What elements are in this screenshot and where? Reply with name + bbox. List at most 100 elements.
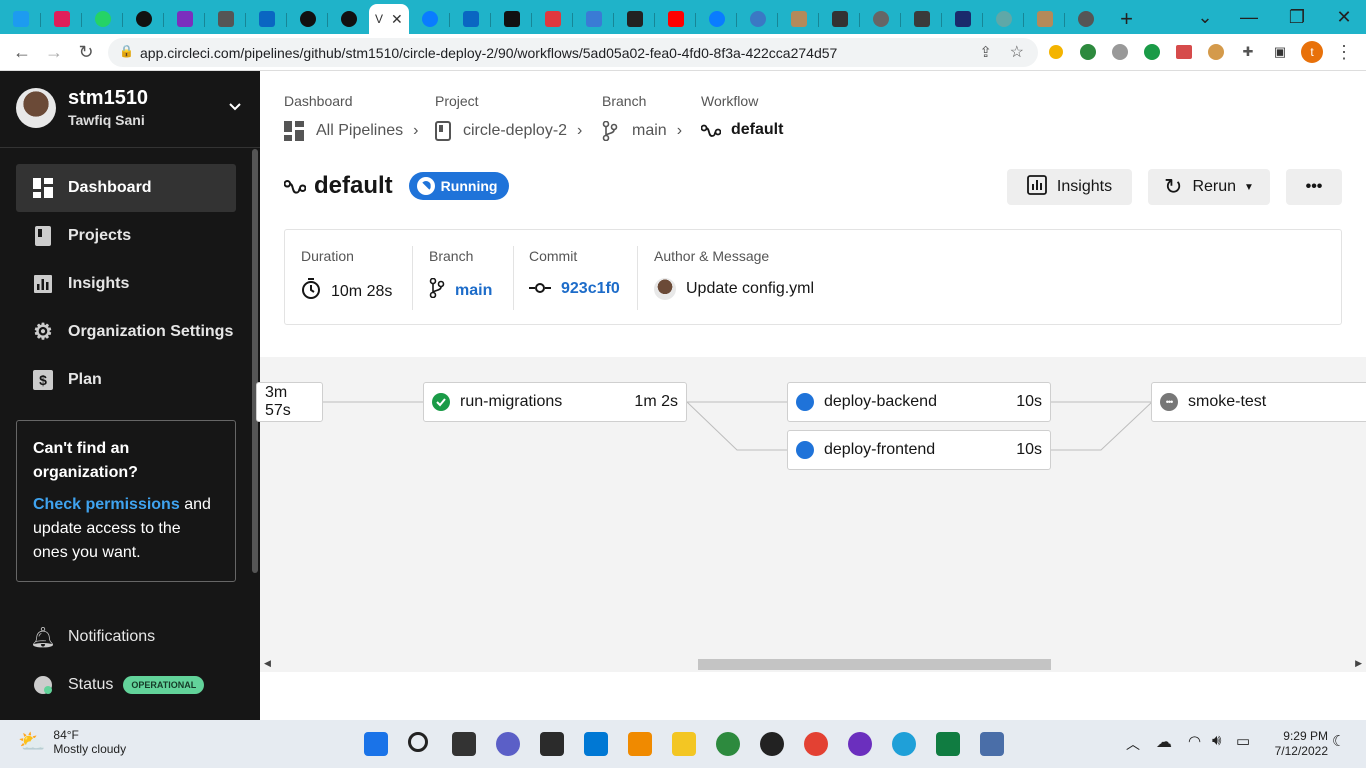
browser-tab-active[interactable]: V ✕ xyxy=(369,4,409,34)
browser-tab[interactable] xyxy=(123,5,164,33)
share-icon[interactable]: ⇪ xyxy=(979,43,992,61)
scrollbar-thumb[interactable] xyxy=(698,659,1051,670)
browser-tab[interactable] xyxy=(205,5,246,33)
breadcrumb-branch[interactable]: Branch main › xyxy=(602,93,682,141)
teams-chat-icon[interactable] xyxy=(496,732,520,756)
browser-tab[interactable] xyxy=(1065,5,1106,33)
sidebar-item-notifications[interactable]: 🔔︎ Notifications xyxy=(16,613,236,661)
job-card[interactable]: deploy-backend 10s xyxy=(787,382,1051,422)
edge-icon[interactable] xyxy=(892,732,916,756)
job-card[interactable]: 3m 57s xyxy=(256,382,323,422)
extension-icon[interactable] xyxy=(1076,40,1100,64)
browser-tab[interactable] xyxy=(819,5,860,33)
podcast-app-icon[interactable] xyxy=(848,732,872,756)
sidebar-scrollbar[interactable] xyxy=(252,149,258,573)
battery-icon[interactable]: ▭ xyxy=(1236,732,1250,750)
tab-search-icon[interactable]: ⌄ xyxy=(1183,0,1227,34)
globe-app-icon[interactable] xyxy=(716,732,740,756)
browser-tab[interactable] xyxy=(655,5,696,33)
volume-icon[interactable]: 🔊︎ xyxy=(1212,732,1221,749)
more-options-button[interactable]: ••• xyxy=(1286,169,1342,205)
kebab-menu-icon[interactable]: ⋮ xyxy=(1332,40,1356,64)
chevron-up-icon[interactable]: ︿ xyxy=(1126,734,1140,754)
horizontal-scrollbar[interactable]: ◀ ▶ xyxy=(260,656,1366,672)
extension-icon[interactable] xyxy=(1044,40,1068,64)
new-tab-button[interactable]: + xyxy=(1106,5,1147,33)
wifi-icon[interactable]: ◠ xyxy=(1188,732,1201,750)
breadcrumb-dashboard[interactable]: Dashboard All Pipelines › xyxy=(284,93,418,141)
sidebar-item-plan[interactable]: $ Plan xyxy=(16,356,236,404)
side-panel-icon[interactable]: ▣ xyxy=(1268,40,1292,64)
commit-link[interactable]: 923c1f0 xyxy=(561,280,620,298)
job-card[interactable]: ••• smoke-test xyxy=(1151,382,1366,422)
network-app-icon[interactable] xyxy=(980,732,1004,756)
restore-icon[interactable]: ❐ xyxy=(1275,0,1319,34)
sidebar-item-organization-settings[interactable]: ⚙ Organization Settings xyxy=(16,308,236,356)
browser-tab[interactable] xyxy=(82,5,123,33)
browser-tab[interactable] xyxy=(1024,5,1065,33)
search-icon[interactable] xyxy=(408,732,428,752)
media-player-icon[interactable] xyxy=(760,732,784,756)
browser-tab[interactable] xyxy=(573,5,614,33)
check-permissions-link[interactable]: Check permissions xyxy=(33,496,180,513)
clock[interactable]: 9:29 PM 7/12/2022 xyxy=(1275,729,1328,759)
browser-tab[interactable] xyxy=(942,5,983,33)
bookmark-star-icon[interactable]: ☆ xyxy=(1010,42,1024,62)
extension-icon[interactable] xyxy=(1108,40,1132,64)
back-icon[interactable]: ← xyxy=(6,36,38,68)
close-tab-icon[interactable]: ✕ xyxy=(391,11,403,28)
windows-start-icon[interactable] xyxy=(364,732,388,756)
profile-icon[interactable]: t xyxy=(1300,40,1324,64)
puzzle-icon[interactable]: ✚ xyxy=(1236,40,1260,64)
sidebar-item-status[interactable]: Status OPERATIONAL xyxy=(16,661,236,709)
cloud-icon[interactable]: ☁ xyxy=(1156,732,1172,752)
browser-tab[interactable] xyxy=(328,5,369,33)
scroll-right-icon[interactable]: ▶ xyxy=(1355,658,1362,669)
browser-tab[interactable] xyxy=(901,5,942,33)
browser-tab[interactable] xyxy=(41,5,82,33)
branch-link[interactable]: main xyxy=(455,282,492,300)
file-explorer-icon[interactable] xyxy=(672,732,696,756)
chrome-icon[interactable] xyxy=(804,732,828,756)
browser-tab[interactable] xyxy=(164,5,205,33)
weather-widget[interactable]: ⛅ 84°F Mostly cloudy xyxy=(18,728,126,756)
browser-tab[interactable] xyxy=(696,5,737,33)
minimize-icon[interactable]: — xyxy=(1227,0,1271,34)
browser-tab[interactable] xyxy=(983,5,1024,33)
breadcrumb-project[interactable]: Project circle-deploy-2 › xyxy=(435,93,582,141)
cookie-icon[interactable] xyxy=(1204,40,1228,64)
browser-tab[interactable] xyxy=(0,5,41,33)
close-window-icon[interactable]: ✕ xyxy=(1322,0,1366,34)
job-card[interactable]: run-migrations 1m 2s xyxy=(423,382,687,422)
browser-tab[interactable] xyxy=(450,5,491,33)
excel-icon[interactable] xyxy=(936,732,960,756)
insights-button[interactable]: Insights xyxy=(1007,169,1132,205)
browser-tab[interactable] xyxy=(860,5,901,33)
rerun-button[interactable]: ↻ Rerun ▼ xyxy=(1148,169,1270,205)
extension-icon[interactable] xyxy=(1140,40,1164,64)
url-field[interactable]: 🔒 app.circleci.com/pipelines/github/stm1… xyxy=(108,38,1038,67)
org-switcher[interactable]: stm1510 Tawfiq Sani xyxy=(16,87,148,128)
browser-tab[interactable] xyxy=(491,5,532,33)
browser-tab[interactable] xyxy=(409,5,450,33)
reload-icon[interactable]: ↻ xyxy=(70,36,102,68)
browser-tab[interactable] xyxy=(737,5,778,33)
forward-icon[interactable]: → xyxy=(38,36,70,68)
job-card[interactable]: deploy-frontend 10s xyxy=(787,430,1051,470)
browser-tab[interactable] xyxy=(778,5,819,33)
task-view-icon[interactable] xyxy=(452,732,476,756)
sidebar-item-projects[interactable]: Projects xyxy=(16,212,236,260)
terminal-icon[interactable] xyxy=(540,732,564,756)
breadcrumb-workflow[interactable]: Workflow default xyxy=(701,93,783,139)
sidebar-item-dashboard[interactable]: Dashboard xyxy=(16,164,236,212)
extension-icon[interactable] xyxy=(1172,40,1196,64)
vscode-icon[interactable] xyxy=(584,732,608,756)
browser-tab[interactable] xyxy=(614,5,655,33)
sidebar-item-insights[interactable]: Insights xyxy=(16,260,236,308)
browser-tab[interactable] xyxy=(532,5,573,33)
browser-tab[interactable] xyxy=(246,5,287,33)
browser-tab[interactable] xyxy=(287,5,328,33)
scroll-left-icon[interactable]: ◀ xyxy=(264,658,271,669)
chevron-down-icon[interactable] xyxy=(228,99,242,115)
notification-center-icon[interactable]: ☾ xyxy=(1332,732,1345,750)
